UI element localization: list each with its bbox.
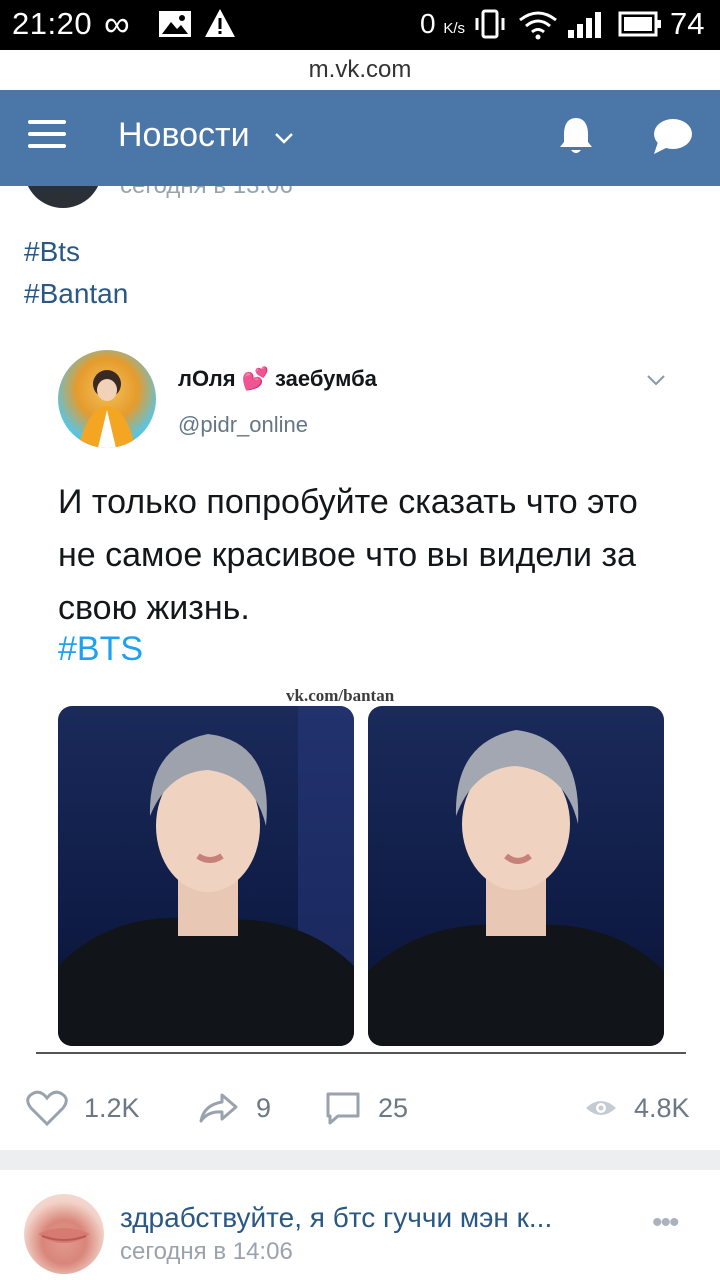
feed-separator xyxy=(0,1150,720,1170)
photo-right xyxy=(368,706,664,1046)
app-header: Новости xyxy=(0,90,720,186)
tweet-author-name: лОля 💕 заебумба xyxy=(178,366,377,391)
url-text: m.vk.com xyxy=(308,56,412,83)
tweet-handle: @pidr_online xyxy=(178,412,308,437)
post-actions: 1.2K 9 25 4.8K xyxy=(0,1080,720,1136)
share-count: 9 xyxy=(256,1092,272,1123)
views-count: 4.8K xyxy=(634,1092,690,1123)
next-post-author[interactable]: здрабствуйте, я бтс гуччи мэн к... xyxy=(120,1202,620,1234)
share-icon xyxy=(199,1093,238,1123)
hashtag-link-bantan[interactable]: #Bantan xyxy=(24,278,128,310)
share-button[interactable]: 9 xyxy=(198,1086,271,1130)
next-post-time: сегодня в 14:06 xyxy=(120,1238,293,1265)
divider xyxy=(36,1052,686,1054)
status-bar: 21:20 ∞ 0 K/s 74 xyxy=(0,0,720,50)
infinity-icon: ∞ xyxy=(104,3,130,44)
hashtag-link-bts[interactable]: #Bts xyxy=(24,236,80,268)
messages-icon[interactable] xyxy=(650,114,694,158)
next-post-avatar[interactable] xyxy=(24,1194,104,1274)
like-button[interactable]: 1.2K xyxy=(26,1086,140,1130)
post-author-avatar[interactable] xyxy=(24,186,104,208)
bell-icon[interactable] xyxy=(554,114,598,158)
network-speed: 0 K/s xyxy=(420,8,466,39)
post-image[interactable]: лОля 💕 заебумба @pidr_online И только попр… xyxy=(36,330,686,1058)
photo-left xyxy=(58,706,354,1046)
signal-icon xyxy=(568,12,601,38)
chevron-down-icon[interactable] xyxy=(272,126,296,150)
battery-percentage: 74 xyxy=(670,6,705,41)
wifi-icon xyxy=(519,11,557,40)
header-title[interactable]: Новости xyxy=(118,116,250,155)
heart-icon xyxy=(26,1090,68,1126)
menu-icon[interactable] xyxy=(28,120,68,156)
tweet-avatar xyxy=(58,350,156,448)
status-time: 21:20 xyxy=(12,6,93,41)
vibrate-icon xyxy=(475,9,505,39)
tweet-hashtag: #BTS xyxy=(58,630,144,668)
image-notification-icon xyxy=(159,11,191,37)
watermark: vk.com/bantan xyxy=(286,686,395,705)
post-time: сегодня в 13:06 xyxy=(120,186,293,200)
warning-icon xyxy=(205,9,235,37)
battery-icon xyxy=(618,11,661,37)
like-count: 1.2K xyxy=(84,1092,140,1123)
more-options-icon[interactable]: ••• xyxy=(652,1206,679,1240)
comment-icon xyxy=(326,1092,360,1125)
eye-icon xyxy=(586,1101,616,1115)
browser-url-bar[interactable]: m.vk.com xyxy=(0,50,720,90)
comment-button[interactable]: 25 xyxy=(324,1086,408,1130)
chevron-down-icon xyxy=(647,375,665,386)
comment-count: 25 xyxy=(378,1092,409,1123)
views-counter: 4.8K xyxy=(584,1086,690,1130)
tweet-text: И только попробуйте сказать что это не с… xyxy=(58,483,638,627)
